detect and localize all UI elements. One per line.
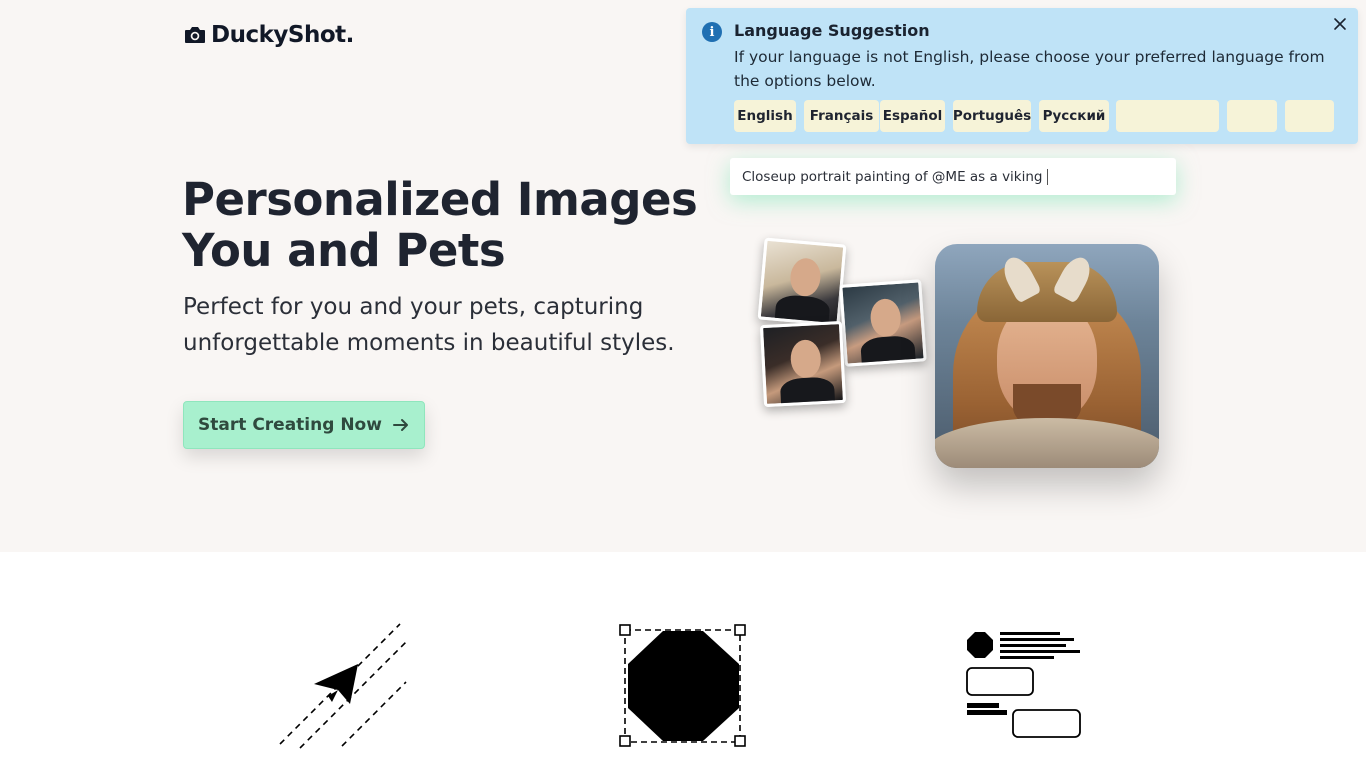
language-option-6-button[interactable]	[1116, 100, 1219, 132]
generated-viking-portrait	[935, 244, 1159, 468]
headline-line-2: You and Pets	[182, 224, 506, 277]
banner-message: If your language is not English, please …	[734, 48, 1325, 90]
language-spanish-button[interactable]: Español	[880, 100, 945, 132]
hero-subtext: Perfect for you and your pets, capturing…	[183, 289, 703, 361]
headline-line-1: Personalized Images	[182, 173, 698, 226]
close-icon[interactable]	[1332, 16, 1348, 32]
language-option-8-button[interactable]	[1285, 100, 1334, 132]
reference-photo-1	[757, 237, 847, 327]
paper-plane-icon	[279, 623, 407, 749]
octagon-selection-icon	[619, 624, 746, 747]
language-option-7-button[interactable]	[1227, 100, 1277, 132]
banner-title: Language Suggestion	[734, 21, 930, 40]
camera-icon	[185, 27, 205, 43]
subtext-line-1: Perfect for you and your pets, capturing	[183, 294, 644, 320]
arrow-right-icon	[392, 419, 408, 431]
prompt-input[interactable]: Closeup portrait painting of @ME as a vi…	[730, 158, 1176, 195]
language-russian-button[interactable]: Русский	[1039, 100, 1109, 132]
cta-label: Start Creating Now	[198, 415, 382, 435]
info-icon: i	[702, 22, 722, 42]
language-french-button[interactable]: Français	[804, 100, 879, 132]
reference-photo-3	[759, 320, 847, 408]
language-english-button[interactable]: English	[734, 100, 796, 132]
prompt-text: Closeup portrait painting of @ME as a vi…	[742, 168, 1043, 185]
brand-name: DuckyShot.	[211, 22, 354, 48]
text-caret	[1046, 168, 1048, 185]
brand-logo[interactable]: DuckyShot.	[183, 22, 354, 48]
reference-photo-2	[839, 279, 927, 367]
page-title: Personalized Images You and Pets	[182, 174, 722, 276]
language-portuguese-button[interactable]: Português	[953, 100, 1031, 132]
start-creating-button[interactable]: Start Creating Now	[183, 401, 425, 449]
subtext-line-2: unforgettable moments in beautiful style…	[183, 330, 675, 356]
text-layout-icon	[966, 632, 1081, 738]
language-suggestion-banner: i Language Suggestion If your language i…	[686, 8, 1358, 144]
